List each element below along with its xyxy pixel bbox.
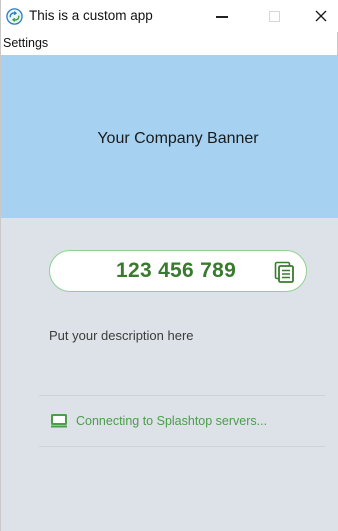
status-text: Connecting to Splashtop servers... (76, 414, 268, 428)
banner-text: Your Company Banner (97, 130, 259, 147)
copy-button[interactable] (272, 260, 296, 284)
session-id: 123 456 789 (116, 259, 237, 282)
copy-icon (274, 261, 294, 283)
maximize-icon (268, 10, 280, 22)
description-text: Put your description here (49, 328, 194, 343)
divider (39, 395, 325, 396)
menu-item-settings[interactable]: Settings (3, 36, 48, 50)
close-icon (315, 10, 327, 22)
window-title: This is a custom app (29, 8, 153, 23)
close-button[interactable] (306, 6, 336, 26)
session-id-box: 123 456 789 (49, 250, 307, 292)
app-window: This is a custom app Settings Your Compa… (0, 0, 338, 531)
minimize-button[interactable] (207, 6, 237, 26)
main-panel: 123 456 789 Put your description here Co… (1, 218, 338, 531)
divider (39, 446, 325, 447)
menu-bar: Settings (1, 34, 338, 52)
title-bar[interactable]: This is a custom app (1, 0, 338, 32)
connection-status: Connecting to Splashtop servers... (51, 412, 267, 430)
app-logo-icon (6, 8, 23, 25)
maximize-button[interactable] (259, 6, 289, 26)
company-banner: Your Company Banner (1, 55, 338, 218)
monitor-icon (51, 414, 67, 428)
minimize-icon (216, 16, 228, 18)
